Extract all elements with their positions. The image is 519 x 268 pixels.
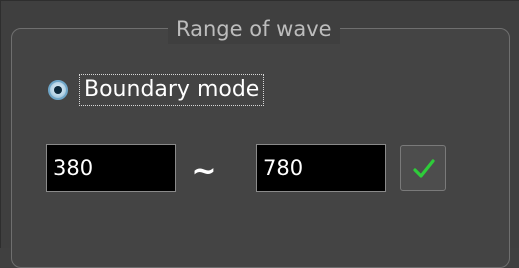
- range-panel: Range of wave Boundary mode ~: [0, 0, 519, 268]
- radio-selected-dot: [54, 86, 62, 94]
- boundary-mode-label[interactable]: Boundary mode: [79, 74, 265, 106]
- apply-button[interactable]: [400, 145, 446, 191]
- range-separator: ~: [191, 154, 217, 189]
- groupbox-title: Range of wave: [168, 14, 340, 44]
- range-min-input[interactable]: [46, 144, 176, 192]
- checkmark-icon: [413, 159, 435, 178]
- boundary-mode-radio[interactable]: [48, 80, 68, 100]
- range-max-input[interactable]: [256, 144, 386, 192]
